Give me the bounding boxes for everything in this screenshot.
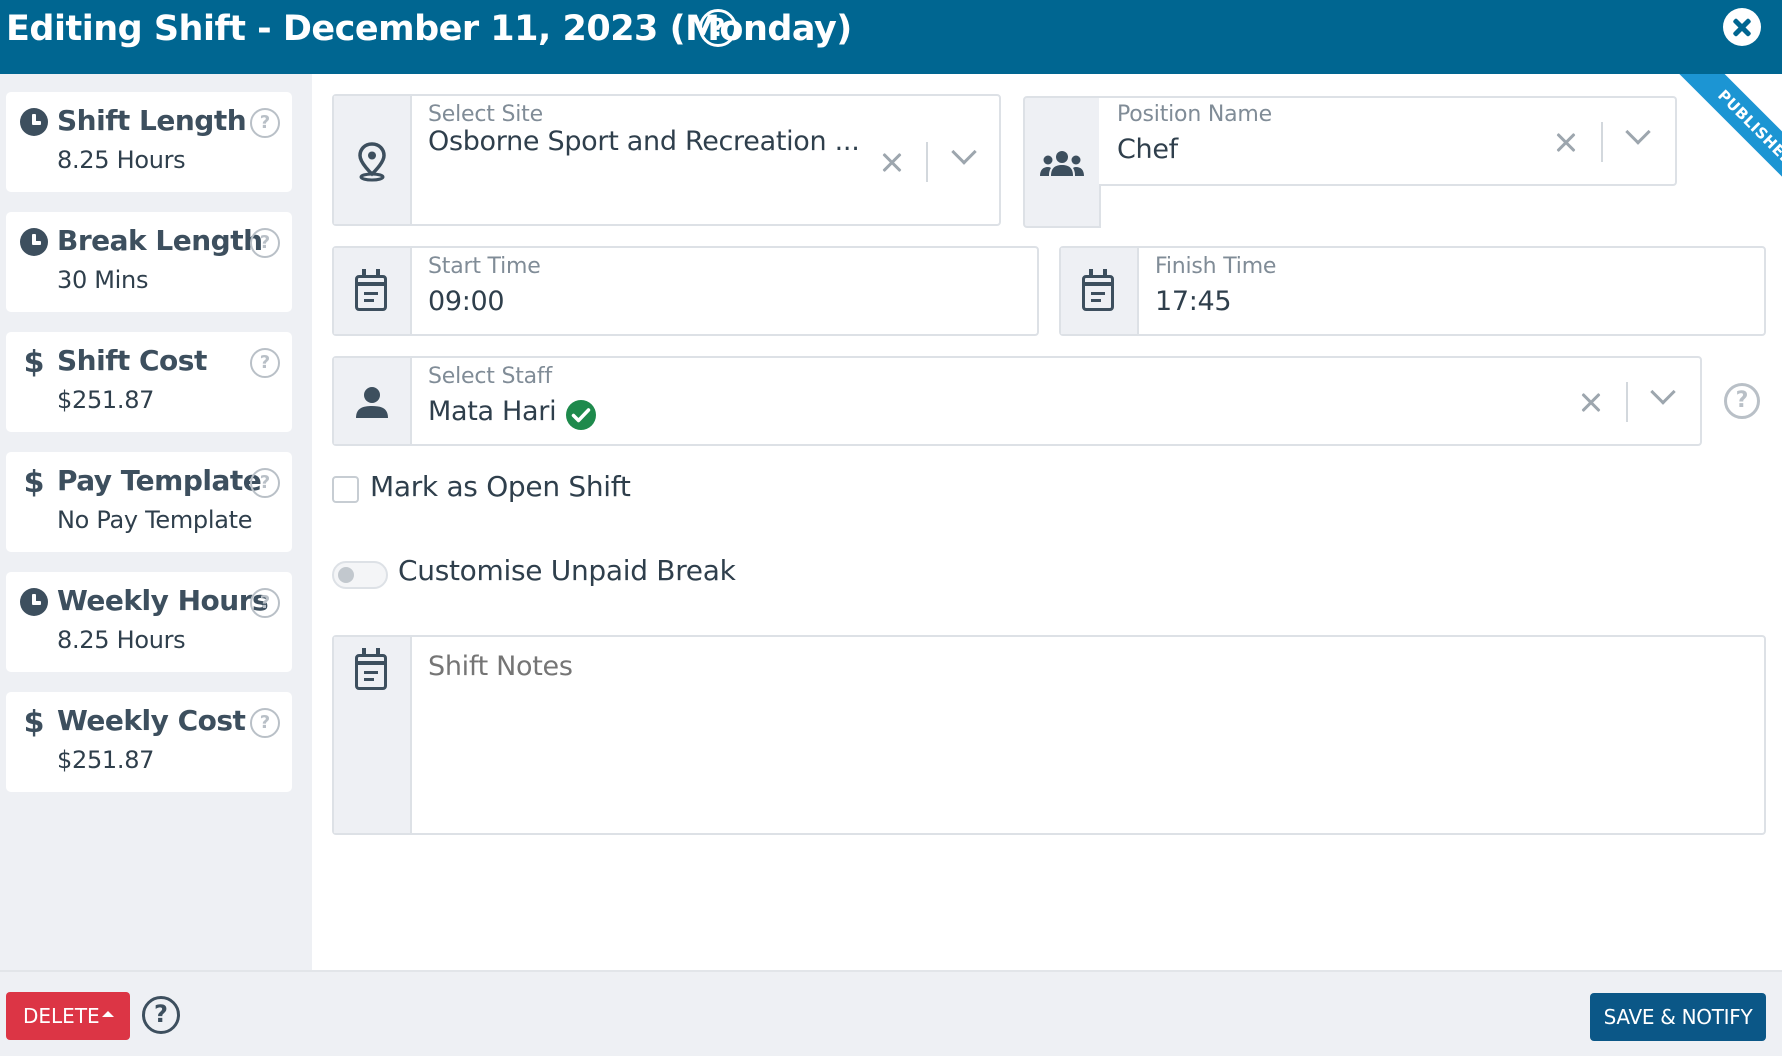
stat-card-pay-template: $ Pay Template No Pay Template ? — [6, 452, 292, 552]
help-icon[interactable]: ? — [250, 348, 280, 378]
stat-card-weekly-cost: $ Weekly Cost $251.87 ? — [6, 692, 292, 792]
save-and-notify-button[interactable]: SAVE & NOTIFY — [1590, 993, 1766, 1041]
start-time-field[interactable]: Start Time 09:00 — [332, 246, 1039, 336]
open-shift-checkbox[interactable] — [332, 476, 359, 503]
calendar-icon — [354, 648, 387, 690]
position-value: Chef — [1117, 134, 1178, 165]
stat-label: Pay Template — [57, 464, 262, 497]
stat-card-break-length: Break Length 30 Mins ? — [6, 212, 292, 312]
chevron-down-icon[interactable] — [1650, 379, 1676, 405]
modal-footer: DELETE ? SAVE & NOTIFY — [0, 970, 1782, 1056]
dollar-icon: $ — [23, 465, 45, 500]
shift-notes-field[interactable] — [332, 635, 1766, 835]
stat-card-weekly-hours: Weekly Hours 8.25 Hours ? — [6, 572, 292, 672]
help-icon[interactable]: ? — [250, 108, 280, 138]
help-icon[interactable]: ? — [250, 708, 280, 738]
unpaid-break-label[interactable]: Customise Unpaid Break — [398, 554, 736, 587]
verified-check-icon — [566, 400, 596, 430]
site-select[interactable]: Select Site Osborne Sport and Recreation… — [332, 94, 1001, 226]
stat-value: 8.25 Hours — [57, 626, 186, 654]
finish-time-label: Finish Time — [1155, 254, 1277, 279]
stat-label: Weekly Hours — [57, 584, 269, 617]
site-label: Select Site — [428, 102, 543, 127]
unpaid-break-toggle[interactable] — [332, 561, 388, 589]
start-time-label: Start Time — [428, 254, 541, 279]
stat-label: Weekly Cost — [57, 704, 246, 737]
help-icon[interactable]: ? — [699, 9, 737, 47]
status-ribbon: PUBLISHED — [1652, 74, 1782, 204]
open-shift-label[interactable]: Mark as Open Shift — [370, 470, 631, 503]
help-icon[interactable]: ? — [250, 228, 280, 258]
location-pin-icon — [358, 142, 386, 182]
chevron-down-icon[interactable] — [951, 139, 977, 165]
stat-label: Shift Length — [57, 104, 247, 137]
finish-time-value: 17:45 — [1155, 286, 1232, 317]
shift-notes-input[interactable] — [414, 637, 1764, 833]
stat-value: 30 Mins — [57, 266, 149, 294]
site-value: Osborne Sport and Recreation ... — [428, 126, 860, 157]
delete-button[interactable]: DELETE — [6, 992, 130, 1040]
stat-card-shift-length: Shift Length 8.25 Hours ? — [6, 92, 292, 192]
staff-label: Select Staff — [428, 364, 553, 389]
clear-icon[interactable] — [1554, 130, 1578, 154]
modal-header: Editing Shift - December 11, 2023 (Monda… — [0, 0, 1782, 74]
stat-label: Break Length — [57, 224, 263, 257]
close-icon[interactable] — [1723, 8, 1761, 46]
calendar-icon — [1081, 269, 1114, 311]
users-icon — [1040, 151, 1084, 176]
staff-select[interactable]: Select Staff Mata Hari — [332, 356, 1702, 446]
stat-card-shift-cost: $ Shift Cost $251.87 ? — [6, 332, 292, 432]
staff-value: Mata Hari — [428, 396, 557, 427]
help-icon[interactable]: ? — [250, 588, 280, 618]
clock-icon — [20, 228, 48, 256]
position-select[interactable]: Position Name Chef — [1021, 94, 1677, 228]
calendar-icon — [354, 269, 387, 311]
position-label: Position Name — [1117, 102, 1272, 127]
clock-icon — [20, 108, 48, 136]
stat-label: Shift Cost — [57, 344, 207, 377]
caret-up-icon — [102, 1011, 114, 1017]
delete-button-label: DELETE — [23, 1004, 100, 1028]
help-icon[interactable]: ? — [142, 996, 180, 1034]
start-time-value: 09:00 — [428, 286, 505, 317]
dollar-icon: $ — [23, 705, 45, 740]
clear-icon[interactable] — [880, 150, 904, 174]
stat-value: $251.87 — [57, 386, 155, 414]
help-icon[interactable]: ? — [250, 468, 280, 498]
stat-value: 8.25 Hours — [57, 146, 186, 174]
person-icon — [356, 387, 388, 418]
dollar-icon: $ — [23, 345, 45, 380]
help-icon[interactable]: ? — [1724, 383, 1760, 419]
published-badge: PUBLISHED — [1673, 74, 1782, 204]
stat-value: No Pay Template — [57, 506, 253, 534]
clock-icon — [20, 588, 48, 616]
stat-value: $251.87 — [57, 746, 155, 774]
finish-time-field[interactable]: Finish Time 17:45 — [1059, 246, 1766, 336]
shift-summary-sidebar: Shift Length 8.25 Hours ? Break Length 3… — [0, 74, 312, 970]
clear-icon[interactable] — [1579, 390, 1603, 414]
